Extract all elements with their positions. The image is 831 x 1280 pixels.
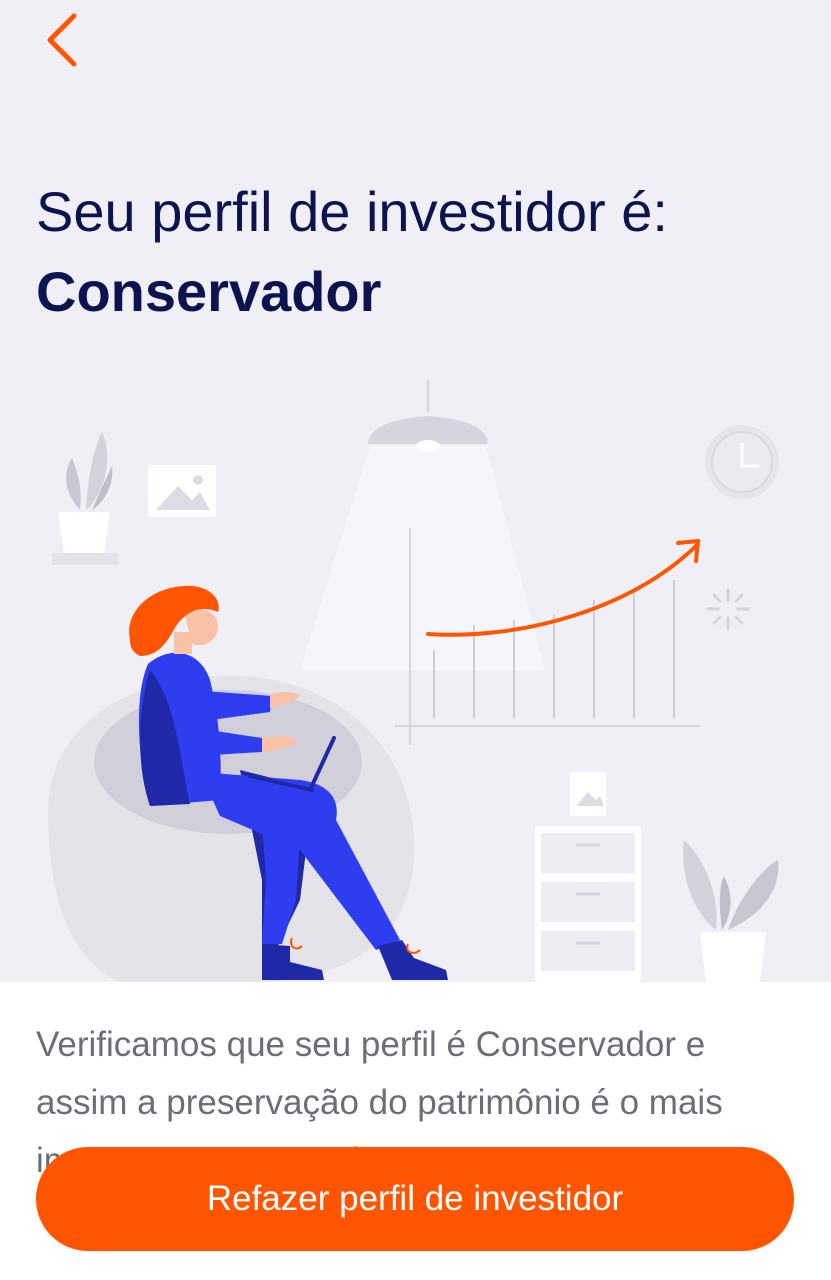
- bean-bag: [47, 675, 415, 982]
- clock-icon: [705, 425, 779, 499]
- sparkle-icon: [706, 588, 750, 630]
- chevron-left-icon[interactable]: [30, 8, 94, 72]
- profile-name: Conservador: [36, 260, 382, 323]
- page-title: Seu perfil de investidor é: Conservador: [36, 172, 816, 332]
- ceiling-lamp-icon: [300, 380, 545, 670]
- drawer-cabinet-icon: [535, 772, 641, 982]
- investor-illustration: [47, 380, 779, 982]
- picture-frame-icon: [148, 465, 216, 517]
- title-line-1: Seu perfil de investidor é:: [36, 180, 668, 243]
- plant-icon: [52, 432, 118, 565]
- plant-icon: [683, 840, 779, 982]
- redo-profile-button[interactable]: Refazer perfil de investidor: [36, 1147, 794, 1251]
